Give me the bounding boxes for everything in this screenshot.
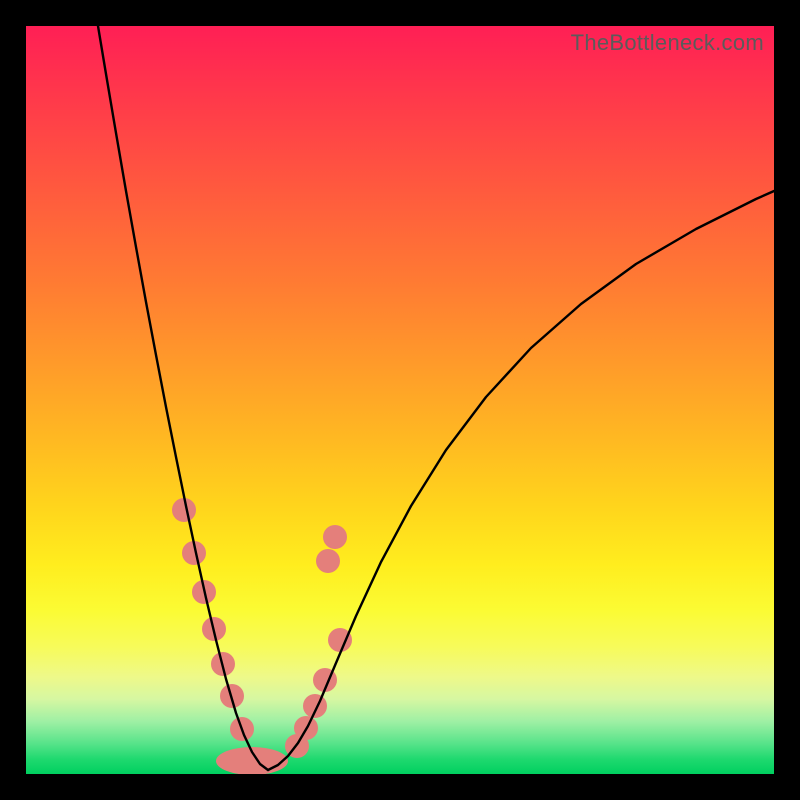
marker-dot <box>303 694 327 718</box>
curve-left-branch <box>98 26 268 770</box>
marker-dot <box>323 525 347 549</box>
plot-area: TheBottleneck.com <box>26 26 774 774</box>
marker-group <box>172 498 352 774</box>
curves-svg <box>26 26 774 774</box>
marker-dot <box>316 549 340 573</box>
chart-frame: TheBottleneck.com <box>0 0 800 800</box>
curve-right-branch <box>268 191 774 770</box>
